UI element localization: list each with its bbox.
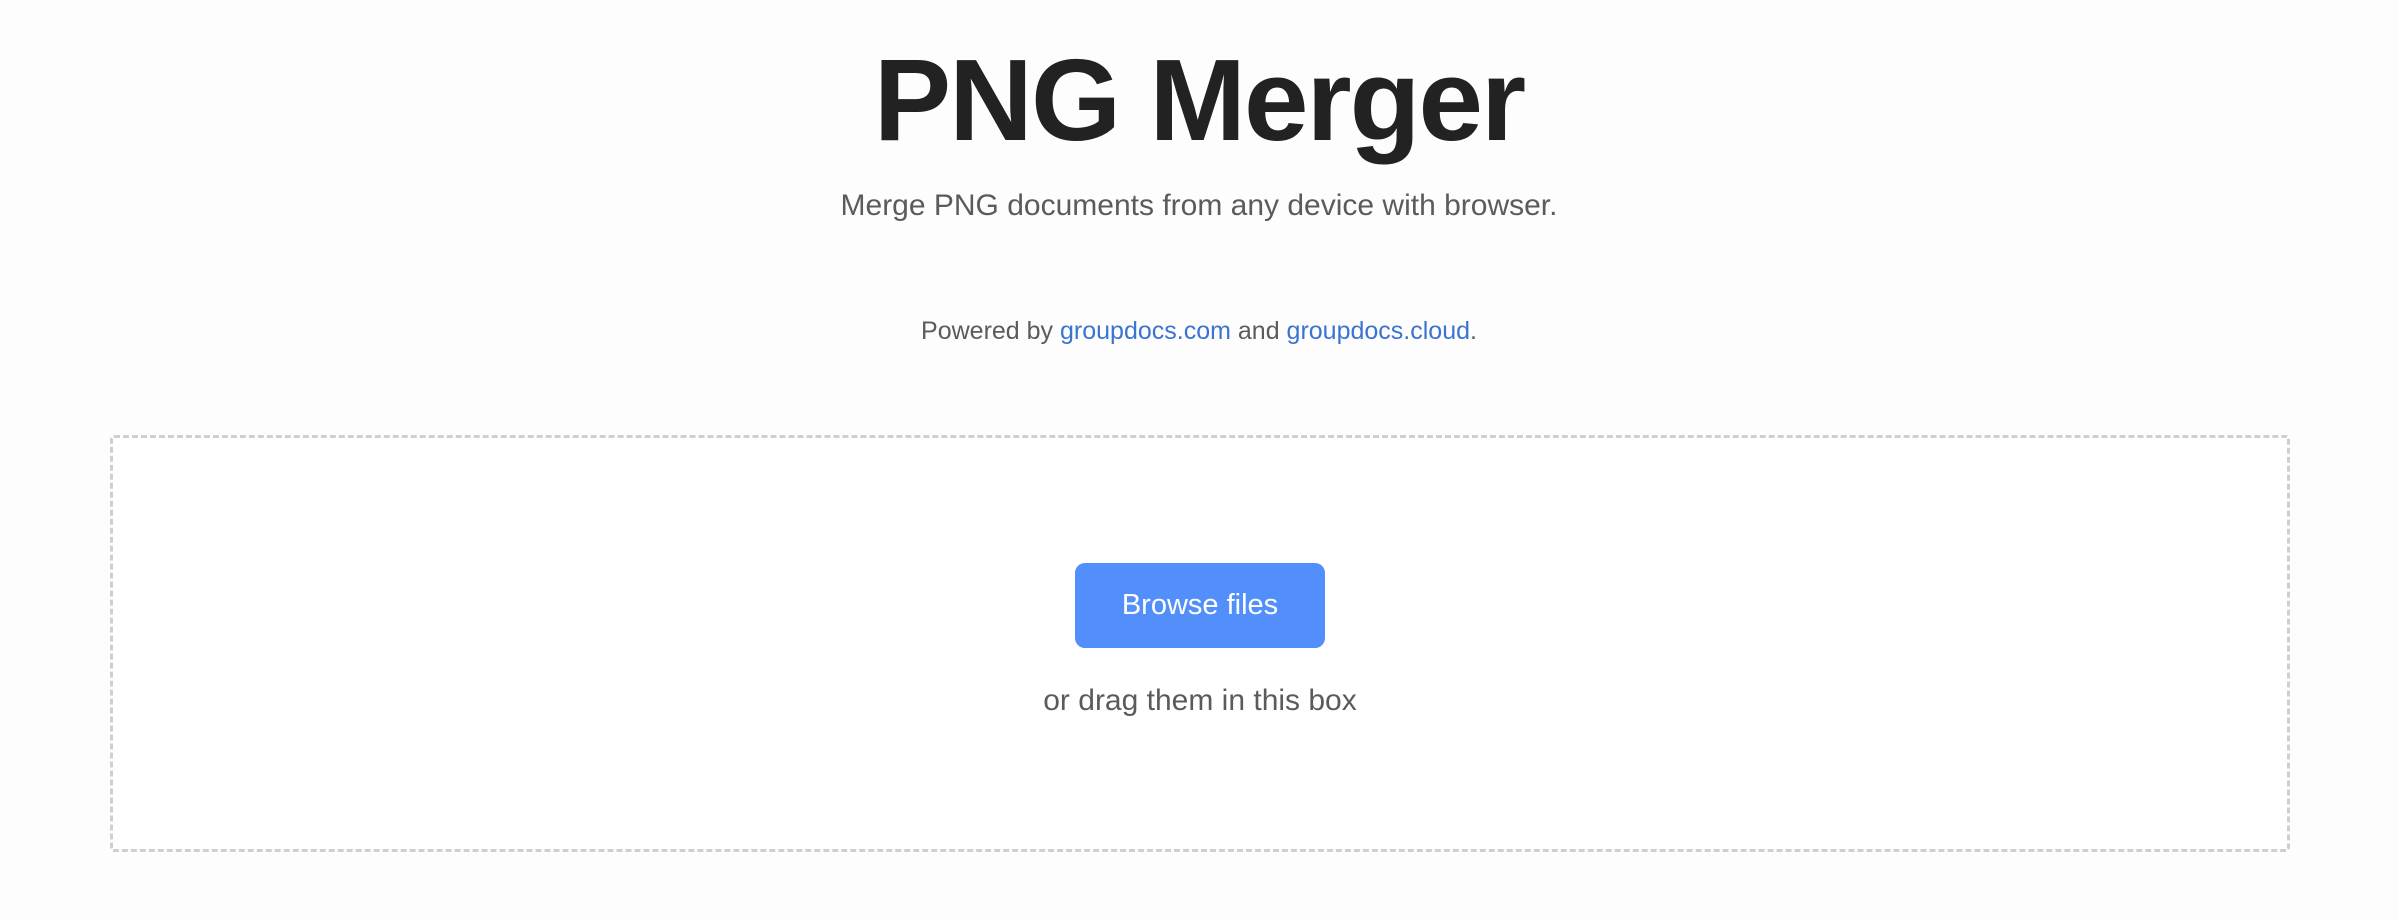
groupdocs-com-link[interactable]: groupdocs.com [1060,317,1231,345]
powered-by-prefix: Powered by [921,317,1060,345]
page-subtitle: Merge PNG documents from any device with… [840,189,1558,222]
page-title: PNG Merger [873,35,1526,165]
powered-by-middle: and [1230,317,1287,345]
browse-files-button[interactable]: Browse files [1075,563,1325,648]
groupdocs-cloud-link[interactable]: groupdocs.cloud [1287,317,1470,345]
page: PNG Merger Merge PNG documents from any … [0,0,2398,920]
powered-by-suffix: . [1470,317,1477,345]
drag-hint-text: or drag them in this box [1043,684,1357,717]
file-drop-zone[interactable]: Browse files or drag them in this box [110,435,2290,852]
powered-by-line: Powered by groupdocs.com and groupdocs.c… [0,314,2398,348]
